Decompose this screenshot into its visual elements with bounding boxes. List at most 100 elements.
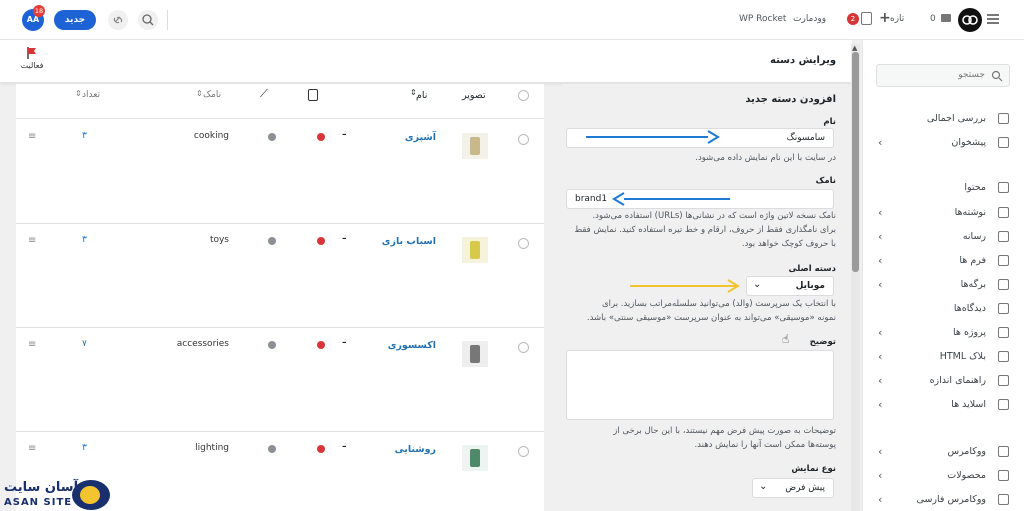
category-count-link[interactable]: ۳ bbox=[82, 443, 87, 453]
comment-icon[interactable] bbox=[941, 14, 951, 22]
category-thumbnail bbox=[462, 445, 488, 471]
sidebar-item[interactable]: برگه‌ها ‹ bbox=[862, 275, 1024, 295]
dashboard-icon bbox=[998, 113, 1009, 124]
parent-help-1: با انتخاب یک سرپرست (والد) می‌توانید سلس… bbox=[602, 299, 836, 309]
drag-handle-icon[interactable]: ≡ bbox=[28, 235, 36, 246]
slug-arrow bbox=[612, 192, 730, 206]
name-label: نام bbox=[823, 117, 836, 127]
sidebar-item[interactable]: پروژه ها ‹ bbox=[862, 323, 1024, 343]
sidebar-item[interactable]: رسانه ‹ bbox=[862, 227, 1024, 247]
media-icon bbox=[998, 231, 1009, 242]
html-block-icon bbox=[998, 351, 1009, 362]
slides-icon bbox=[998, 399, 1009, 410]
category-name-link[interactable]: اسباب بازی bbox=[382, 236, 436, 247]
updates-icon[interactable] bbox=[861, 12, 872, 25]
sidebar-item[interactable]: نوشته‌ها ‹ bbox=[862, 203, 1024, 223]
comments-count[interactable]: 0 bbox=[930, 14, 936, 24]
status-column-icon bbox=[308, 89, 318, 101]
chevron-left-icon: ‹ bbox=[878, 398, 883, 411]
category-count-link[interactable]: ۷ bbox=[82, 339, 87, 349]
post-icon bbox=[998, 207, 1009, 218]
site-logo[interactable] bbox=[958, 8, 982, 32]
chevron-left-icon: ‹ bbox=[878, 326, 883, 339]
sidebar-search-input[interactable]: جستجو bbox=[876, 64, 1010, 87]
parent-select[interactable]: موبایل ⌄ bbox=[746, 276, 834, 296]
sidebar-item-label: بلاک HTML bbox=[939, 351, 986, 362]
column-slug[interactable]: نامک bbox=[203, 90, 221, 100]
search-icon[interactable] bbox=[138, 10, 158, 30]
description-help-1: توضیحات به صورت پیش فرض مهم نیستند، با ا… bbox=[613, 426, 836, 436]
sidebar-item-label: نوشته‌ها bbox=[954, 207, 986, 218]
activity-button[interactable]: فعالیت bbox=[18, 46, 46, 78]
wp-rocket-link[interactable]: WP Rocket bbox=[739, 14, 786, 24]
portfolio-icon bbox=[998, 327, 1009, 338]
drag-handle-icon[interactable]: ≡ bbox=[28, 131, 36, 142]
form-heading: افزودن دسته جدید bbox=[745, 94, 836, 105]
status-dot-red bbox=[317, 341, 325, 349]
wordmart-link[interactable]: وودمارت bbox=[793, 14, 826, 24]
dash: – bbox=[342, 442, 347, 452]
plus-icon[interactable]: + bbox=[879, 10, 891, 26]
row-checkbox[interactable] bbox=[518, 134, 529, 145]
new-button[interactable]: جدید bbox=[54, 10, 96, 30]
menu-icon[interactable] bbox=[987, 14, 999, 24]
column-count[interactable]: تعداد bbox=[82, 90, 100, 100]
display-type-select[interactable]: پیش فرض ⌄ bbox=[752, 478, 834, 498]
link-icon[interactable] bbox=[108, 10, 128, 30]
sidebar-item[interactable]: محتوا bbox=[862, 178, 1024, 198]
category-name-link[interactable]: اکسسوری bbox=[388, 340, 436, 351]
scrollbar[interactable] bbox=[851, 44, 860, 511]
status-dot-red bbox=[317, 445, 325, 453]
sort-icon: ⇕ bbox=[75, 89, 82, 98]
row-checkbox[interactable] bbox=[518, 446, 529, 457]
select-all-checkbox[interactable] bbox=[518, 90, 529, 101]
sidebar-item[interactable]: محصولات ‹ bbox=[862, 466, 1024, 486]
chevron-left-icon: ‹ bbox=[878, 230, 883, 243]
column-name[interactable]: نام bbox=[416, 90, 427, 101]
category-name-link[interactable]: آشپزی bbox=[405, 132, 436, 143]
slug-label: نامک bbox=[815, 176, 836, 186]
category-count-link[interactable]: ۳ bbox=[82, 235, 87, 245]
category-thumbnail bbox=[462, 341, 488, 367]
row-checkbox[interactable] bbox=[518, 342, 529, 353]
new-content-label[interactable]: تازه bbox=[890, 14, 904, 24]
drag-handle-icon[interactable]: ≡ bbox=[28, 339, 36, 350]
sidebar-item[interactable]: ووکامرس ‹ bbox=[862, 442, 1024, 462]
category-slug: accessories bbox=[176, 339, 229, 349]
page-title: ویرایش دسته bbox=[770, 55, 837, 66]
scroll-up-icon[interactable]: ▲ bbox=[852, 44, 857, 52]
grid-icon bbox=[998, 137, 1009, 148]
sidebar-item-label: بررسی اجمالی bbox=[926, 113, 986, 124]
woo-icon bbox=[998, 446, 1009, 457]
drag-handle-icon[interactable]: ≡ bbox=[28, 443, 36, 454]
chevron-down-icon: ⌄ bbox=[753, 279, 762, 290]
sidebar-item[interactable]: فرم ها ‹ bbox=[862, 251, 1024, 271]
category-slug: lighting bbox=[195, 443, 229, 453]
sidebar-item[interactable]: پیشخوان ‹ bbox=[862, 133, 1024, 153]
updates-badge[interactable]: 2 bbox=[847, 13, 859, 25]
category-thumbnail bbox=[462, 133, 488, 159]
status-dot-red bbox=[317, 237, 325, 245]
top-bar: AA 18 جدید WP Rocket وودمارت 2 تازه + 0 bbox=[0, 0, 1024, 40]
page-icon bbox=[998, 279, 1009, 290]
status-dot-red bbox=[317, 133, 325, 141]
sidebar-item[interactable]: راهنمای اندازه ‹ bbox=[862, 371, 1024, 391]
description-textarea[interactable] bbox=[566, 350, 834, 420]
column-image: تصویر bbox=[462, 90, 486, 101]
sidebar-item[interactable]: ووکامرس فارسی ‹ bbox=[862, 490, 1024, 510]
category-name-link[interactable]: روشنایی bbox=[395, 444, 436, 455]
sidebar-item[interactable]: دیدگاه‌ها bbox=[862, 299, 1024, 319]
sidebar-item[interactable]: بررسی اجمالی bbox=[862, 109, 1024, 129]
row-checkbox[interactable] bbox=[518, 238, 529, 249]
sidebar-item[interactable]: اسلاید ها ‹ bbox=[862, 395, 1024, 415]
cursor-icon: ☝ bbox=[782, 332, 790, 346]
notification-badge: 18 bbox=[33, 5, 45, 17]
sidebar-item-label: محتوا bbox=[964, 182, 986, 193]
database-icon bbox=[998, 182, 1009, 193]
search-icon bbox=[991, 70, 1003, 82]
category-count-link[interactable]: ۳ bbox=[82, 131, 87, 141]
featured-dot bbox=[268, 341, 276, 349]
sidebar-item[interactable]: بلاک HTML ‹ bbox=[862, 347, 1024, 367]
categories-table: تصویر نام ⇕ ⟋ نامک ⇕ تعداد ⇕ آشپزی – cooki… bbox=[16, 84, 544, 511]
comment-icon bbox=[998, 303, 1009, 314]
